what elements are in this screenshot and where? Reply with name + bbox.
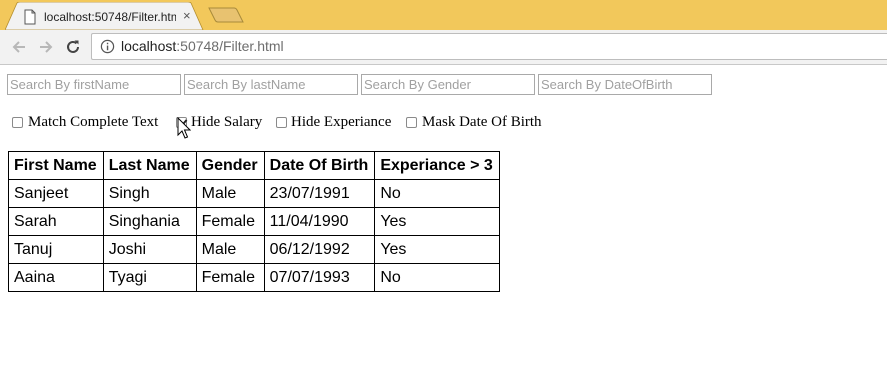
forward-button[interactable] [36, 37, 56, 57]
cell-gender: Male [195, 235, 265, 264]
table-row: Tanuj Joshi Male 06/12/1992 Yes [8, 235, 501, 264]
cell-first-name: Tanuj [8, 235, 104, 264]
gender-search-input[interactable] [361, 74, 535, 95]
cell-experiance: Yes [374, 207, 501, 236]
column-header-experiance: Experiance > 3 [374, 151, 501, 180]
cell-first-name: Sarah [8, 207, 104, 236]
table-row: Sarah Singhania Female 11/04/1990 Yes [8, 207, 501, 236]
url-host: localhost [121, 38, 177, 54]
mask-date-of-birth-label: Mask Date Of Birth [422, 114, 542, 130]
column-header-gender: Gender [195, 151, 265, 180]
cell-date-of-birth: 11/04/1990 [263, 207, 376, 236]
tab-title: localhost:50748/Filter.htm [44, 10, 176, 24]
last-name-search-input[interactable] [184, 74, 358, 95]
close-icon[interactable]: × [183, 9, 191, 22]
info-icon[interactable] [100, 39, 115, 54]
table-header-row: First Name Last Name Gender Date Of Birt… [8, 151, 501, 180]
cell-date-of-birth: 23/07/1991 [263, 179, 376, 208]
table-row: Sanjeet Singh Male 23/07/1991 No [8, 179, 501, 208]
cell-date-of-birth: 07/07/1993 [263, 263, 376, 292]
cell-experiance: No [374, 263, 501, 292]
first-name-search-input[interactable] [7, 74, 181, 95]
dob-search-input[interactable] [538, 74, 712, 95]
mouse-cursor-icon [177, 117, 191, 139]
hide-salary-label: Hide Salary [191, 114, 263, 130]
cell-experiance: Yes [374, 235, 501, 264]
browser-tab-active[interactable]: localhost:50748/Filter.htm × [5, 2, 204, 30]
mask-date-of-birth-checkbox[interactable] [406, 117, 417, 128]
url-text: localhost:50748/Filter.html [121, 38, 284, 54]
tab-strip: localhost:50748/Filter.htm × [0, 0, 887, 30]
column-header-last-name: Last Name [102, 151, 197, 180]
cell-first-name: Aaina [8, 263, 104, 292]
column-header-first-name: First Name [8, 151, 104, 180]
hide-experiance-checkbox[interactable] [276, 117, 287, 128]
cell-gender: Female [195, 207, 265, 236]
cell-last-name: Joshi [102, 235, 197, 264]
url-path: :50748/Filter.html [176, 38, 284, 54]
cell-experiance: No [374, 179, 501, 208]
cell-last-name: Tyagi [102, 263, 197, 292]
table-row: Aaina Tyagi Female 07/07/1993 No [8, 263, 501, 292]
employee-table: First Name Last Name Gender Date Of Birt… [8, 151, 501, 292]
cell-date-of-birth: 06/12/1992 [263, 235, 376, 264]
reload-button[interactable] [63, 37, 83, 57]
cell-last-name: Singhania [102, 207, 197, 236]
match-complete-text-checkbox[interactable] [12, 117, 23, 128]
cell-gender: Male [195, 179, 265, 208]
new-tab-button[interactable] [208, 7, 244, 23]
browser-toolbar: localhost:50748/Filter.html [0, 30, 887, 65]
back-arrow-icon [12, 41, 25, 53]
hide-experiance-label: Hide Experiance [291, 114, 392, 130]
cell-gender: Female [195, 263, 265, 292]
forward-arrow-icon [40, 41, 53, 53]
document-icon [24, 9, 36, 25]
cell-last-name: Singh [102, 179, 197, 208]
column-header-date-of-birth: Date Of Birth [263, 151, 376, 180]
reload-icon [67, 40, 79, 53]
back-button[interactable] [9, 37, 29, 57]
address-bar[interactable]: localhost:50748/Filter.html [91, 33, 887, 60]
cell-first-name: Sanjeet [8, 179, 104, 208]
match-complete-text-label: Match Complete Text [28, 114, 159, 130]
